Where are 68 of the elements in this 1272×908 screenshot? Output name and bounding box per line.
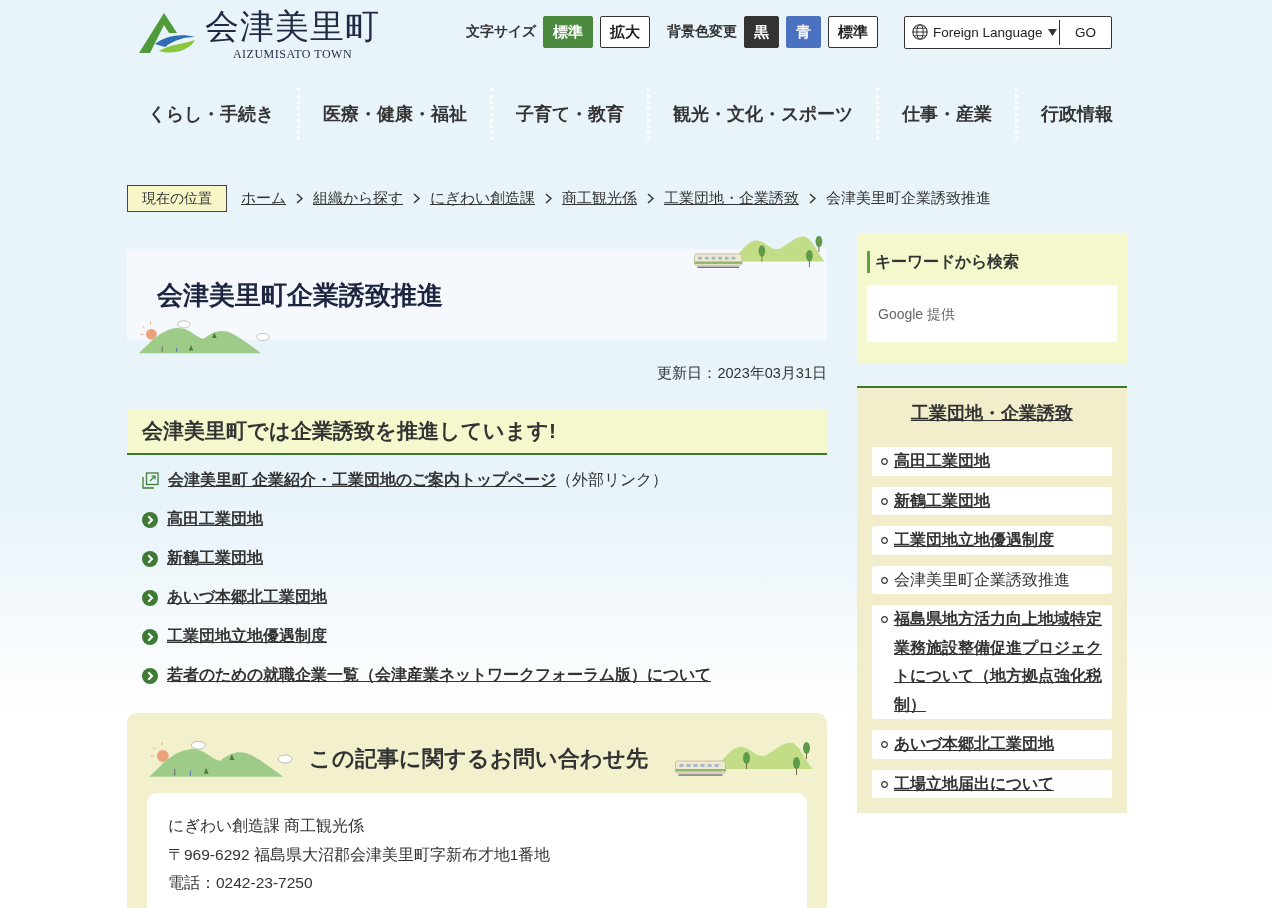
page-link[interactable]: 高田工業団地: [167, 509, 263, 530]
sidebar-link[interactable]: あいづ本郷北工業団地: [872, 730, 1112, 759]
nav-link[interactable]: 仕事・産業: [879, 88, 1015, 140]
category-heading-link[interactable]: 工業団地・企業誘致: [911, 400, 1073, 426]
nav-link[interactable]: くらし・手続き: [127, 88, 297, 140]
nav-link[interactable]: 子育て・教育: [493, 88, 647, 140]
text-size-button[interactable]: 標準: [543, 16, 593, 48]
bg-color-label: 背景色変更: [667, 23, 737, 41]
text-size-label: 文字サイズ: [466, 23, 536, 41]
logo-subtitle: AIZUMISATO TOWN: [232, 47, 353, 61]
contact-heading: この記事に関するお問い合わせ先: [309, 745, 648, 773]
breadcrumb-link[interactable]: ホーム: [241, 189, 286, 208]
bg-color-button[interactable]: 黒: [744, 16, 779, 48]
chevron-icon: [296, 193, 303, 204]
breadcrumb-link[interactable]: 組織から探す: [313, 189, 403, 208]
nav-link[interactable]: 行政情報: [1018, 88, 1136, 140]
breadcrumb-label: 現在の位置: [127, 185, 227, 212]
contact-text: 電話：0242-23-7250: [168, 873, 314, 893]
ring-icon: [881, 537, 888, 544]
external-link-note: （外部リンク）: [556, 470, 669, 490]
ring-icon: [881, 780, 888, 788]
chevron-circle-icon: [142, 511, 158, 528]
chevron-icon: [647, 193, 654, 204]
section-heading: 会津美里町では企業誘致を推進しています!: [127, 409, 827, 455]
ring-icon: [881, 616, 888, 623]
sidebar-link[interactable]: 工業団地立地優遇制度: [872, 526, 1112, 555]
bg-color-button[interactable]: 青: [786, 16, 821, 48]
page-link[interactable]: 新鶴工業団地: [167, 548, 263, 569]
nav-link[interactable]: 医療・健康・福祉: [300, 88, 490, 140]
chevron-circle-icon: [142, 589, 158, 606]
ring-icon: [881, 458, 888, 465]
page-link[interactable]: 会津美里町 企業紹介・工業団地のご案内トップページ: [168, 470, 557, 491]
search-field[interactable]: Google 提供: [867, 285, 1117, 342]
ring-icon: [881, 741, 888, 748]
chevron-icon: [809, 193, 816, 204]
sidebar-link[interactable]: 福島県地方活力向上地域特定業務施設整備促進プロジェクトについて（地方拠点強化税制）: [872, 605, 1112, 719]
contact-text: 〒969-6292 福島県大沼郡会津美里町字新布才地1番地: [168, 844, 552, 865]
breadcrumb-link[interactable]: 商工観光係: [562, 189, 637, 208]
page-link[interactable]: 若者のための就職企業一覧（会津産業ネットワークフォーラム版）について: [167, 665, 711, 686]
external-link-icon: [142, 472, 159, 489]
town-logo-icon: [137, 11, 197, 55]
page-link[interactable]: 工業団地立地優遇制度: [167, 626, 327, 647]
chevron-circle-icon: [142, 550, 158, 567]
current-page-item: 会津美里町企業誘致推進: [872, 565, 1112, 594]
chevron-icon: [413, 193, 420, 204]
nav-link[interactable]: 観光・文化・スポーツ: [650, 88, 876, 140]
sidebar-link[interactable]: 工場立地届出について: [872, 769, 1112, 798]
page-link[interactable]: あいづ本郷北工業団地: [167, 587, 327, 608]
text-size-button[interactable]: 拡大: [600, 16, 650, 48]
breadcrumb-link[interactable]: 工業団地・企業誘致: [664, 189, 799, 208]
sidebar-link[interactable]: 高田工業団地: [872, 447, 1112, 476]
contact-text: にぎわい創造課 商工観光係: [168, 816, 366, 836]
search-heading: キーワードから検索: [867, 251, 1019, 273]
language-dropdown[interactable]: Foreign Language: [933, 24, 1059, 40]
chevron-icon: [545, 193, 552, 204]
ring-icon: [881, 576, 888, 584]
page-title: 会津美里町企業誘致推進: [156, 278, 443, 312]
caret-icon: [1047, 28, 1057, 36]
chevron-circle-icon: [142, 667, 158, 684]
chevron-circle-icon: [142, 628, 158, 645]
logo-title: 会津美里町: [205, 5, 380, 47]
breadcrumb-link[interactable]: にぎわい創造課: [430, 189, 535, 208]
globe-icon: [912, 24, 928, 40]
bg-color-button[interactable]: 標準: [828, 16, 878, 48]
ring-icon: [881, 497, 888, 505]
breadcrumb-current: 会津美里町企業誘致推進: [826, 189, 991, 208]
updated-date: 更新日：2023年03月31日: [657, 364, 827, 383]
sidebar-link[interactable]: 新鶴工業団地: [872, 486, 1112, 515]
